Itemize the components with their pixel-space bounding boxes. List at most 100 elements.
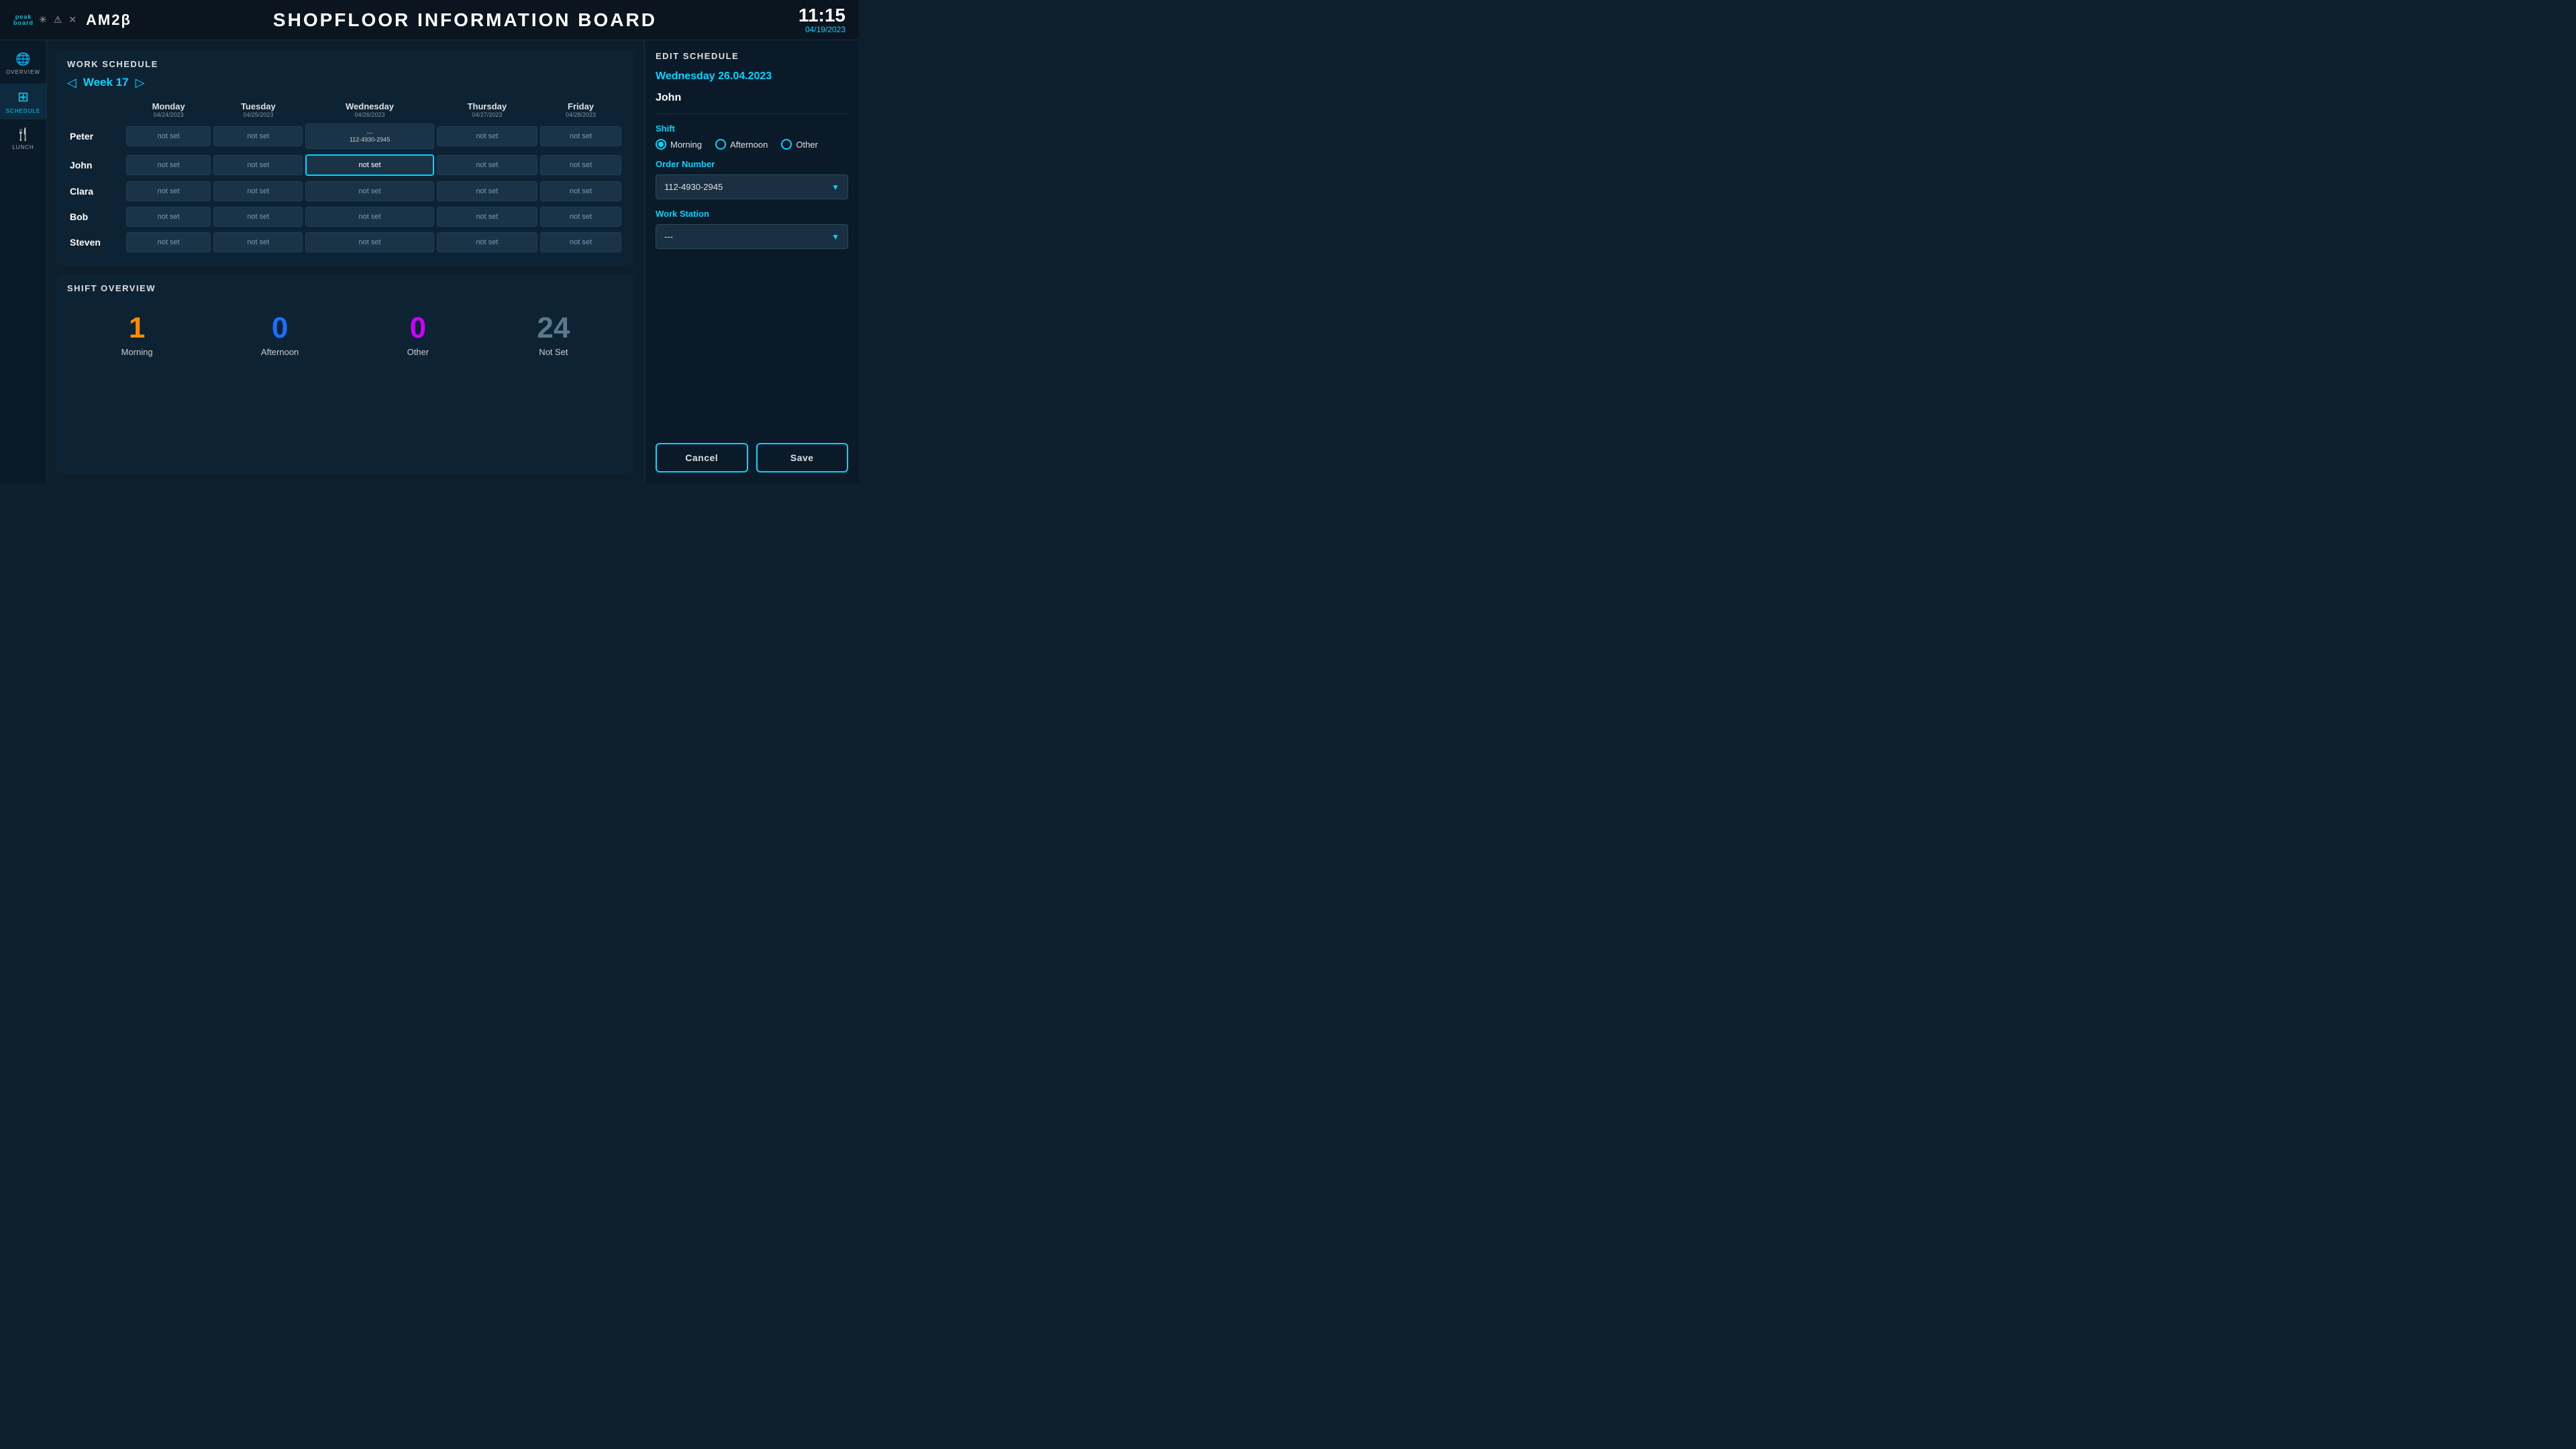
schedule-cell-0-0[interactable]: not set xyxy=(126,126,211,146)
schedule-cell-2-3[interactable]: not set xyxy=(437,181,537,201)
schedule-table: Monday 04/24/2023 Tuesday 04/25/2023 Wed… xyxy=(67,99,624,256)
sidebar: 🌐 OVERVIEW ⊞ SCHEDULE 🍴 LUNCH xyxy=(0,40,47,483)
sidebar-item-schedule[interactable]: ⊞ SCHEDULE xyxy=(0,83,46,119)
shift-overview-title: SHIFT OVERVIEW xyxy=(67,283,624,293)
cancel-button[interactable]: Cancel xyxy=(656,443,748,472)
row-name-peter: Peter xyxy=(70,122,123,150)
asterisk-icon[interactable]: ✳ xyxy=(39,14,47,26)
sidebar-item-overview[interactable]: 🌐 OVERVIEW xyxy=(0,47,46,81)
schedule-cell-0-2[interactable]: --- 112-4930-2945 xyxy=(305,123,433,149)
schedule-cell-1-3[interactable]: not set xyxy=(437,155,537,175)
table-row: not set xyxy=(213,180,303,203)
table-row: --- 112-4930-2945 xyxy=(305,122,433,150)
table-row: not set xyxy=(540,122,621,150)
radio-afternoon[interactable]: Afternoon xyxy=(715,139,768,150)
header-icons: ✳ ⚠ ✕ xyxy=(39,14,76,26)
shift-overview-card: SHIFT OVERVIEW 1Morning 0Afternoon 0Other 2… xyxy=(56,274,635,474)
schedule-cell-1-4[interactable]: not set xyxy=(540,155,621,175)
radio-morning[interactable]: Morning xyxy=(656,139,702,150)
schedule-cell-1-1[interactable]: not set xyxy=(213,155,303,175)
close-icon[interactable]: ✕ xyxy=(68,14,76,26)
shift-stat-morning: 1Morning xyxy=(121,313,153,357)
sidebar-label-schedule: SCHEDULE xyxy=(6,108,41,114)
dropdown-arrow-workstation: ▼ xyxy=(831,232,839,242)
table-row: not set xyxy=(540,205,621,228)
schedule-cell-3-0[interactable]: not set xyxy=(126,207,211,227)
sidebar-label-lunch: LUNCH xyxy=(12,144,34,150)
logo-text2: board xyxy=(13,20,34,26)
schedule-cell-3-2[interactable]: not set xyxy=(305,207,433,227)
shift-radio-group: Morning Afternoon Other xyxy=(656,139,848,150)
order-number-value: 112-4930-2945 xyxy=(664,182,723,192)
col-thursday: Thursday 04/27/2023 xyxy=(437,101,537,119)
row-name-bob: Bob xyxy=(70,205,123,228)
lunch-icon: 🍴 xyxy=(15,128,30,142)
edit-schedule-title: EDIT SCHEDULE xyxy=(656,51,848,61)
table-row: not set xyxy=(540,231,621,254)
workstation-label: Work Station xyxy=(656,209,848,219)
clock-display: 11:15 xyxy=(798,6,845,25)
schedule-cell-3-3[interactable]: not set xyxy=(437,207,537,227)
schedule-cell-4-4[interactable]: not set xyxy=(540,232,621,252)
radio-label-other: Other xyxy=(796,140,818,150)
save-button[interactable]: Save xyxy=(756,443,849,472)
table-row: not set xyxy=(305,153,433,177)
schedule-cell-4-0[interactable]: not set xyxy=(126,232,211,252)
warning-icon[interactable]: ⚠ xyxy=(54,14,62,26)
prev-week-button[interactable]: ◁ xyxy=(67,77,76,89)
table-row: not set xyxy=(126,231,211,254)
radio-other[interactable]: Other xyxy=(781,139,818,150)
table-row: not set xyxy=(213,122,303,150)
edit-schedule-panel: EDIT SCHEDULE Wednesday 26.04.2023 John … xyxy=(644,40,859,483)
shift-stat-afternoon: 0Afternoon xyxy=(261,313,299,357)
schedule-cell-3-4[interactable]: not set xyxy=(540,207,621,227)
sidebar-item-lunch[interactable]: 🍴 LUNCH xyxy=(0,122,46,156)
table-row: not set xyxy=(540,153,621,177)
shift-label-other: Other xyxy=(407,347,429,357)
schedule-cell-4-2[interactable]: not set xyxy=(305,232,433,252)
order-number-section: Order Number 112-4930-2945 ▼ xyxy=(656,159,848,199)
schedule-cell-0-1[interactable]: not set xyxy=(213,126,303,146)
schedule-cell-3-1[interactable]: not set xyxy=(213,207,303,227)
work-schedule-title: WORK SCHEDULE xyxy=(67,59,624,69)
week-nav: ◁ Week 17 ▷ xyxy=(67,76,624,89)
workstation-value: --- xyxy=(664,232,673,242)
schedule-cell-4-1[interactable]: not set xyxy=(213,232,303,252)
table-row: not set xyxy=(437,180,537,203)
order-number-dropdown[interactable]: 112-4930-2945 ▼ xyxy=(656,174,848,199)
schedule-cell-1-0[interactable]: not set xyxy=(126,155,211,175)
shift-stat-notset: 24Not Set xyxy=(537,313,570,357)
order-number-label: Order Number xyxy=(656,159,848,169)
table-row: not set xyxy=(305,231,433,254)
header-time: 11:15 04/19/2023 xyxy=(798,6,845,34)
table-row: not set xyxy=(305,205,433,228)
schedule-cell-4-3[interactable]: not set xyxy=(437,232,537,252)
schedule-cell-2-4[interactable]: not set xyxy=(540,181,621,201)
table-row: not set xyxy=(305,180,433,203)
schedule-cell-1-2[interactable]: not set xyxy=(305,154,433,176)
next-week-button[interactable]: ▷ xyxy=(136,77,145,89)
schedule-cell-0-4[interactable]: not set xyxy=(540,126,621,146)
schedule-cell-2-0[interactable]: not set xyxy=(126,181,211,201)
table-row: not set xyxy=(437,231,537,254)
workstation-section: Work Station --- ▼ xyxy=(656,209,848,249)
shift-label-afternoon: Afternoon xyxy=(261,347,299,357)
work-schedule-card: WORK SCHEDULE ◁ Week 17 ▷ Monday 04/24/2… xyxy=(56,50,635,266)
col-friday: Friday 04/28/2023 xyxy=(540,101,621,119)
globe-icon: 🌐 xyxy=(15,52,30,66)
shift-label-notset: Not Set xyxy=(539,347,568,357)
shift-stat-other: 0Other xyxy=(407,313,429,357)
schedule-cell-0-3[interactable]: not set xyxy=(437,126,537,146)
divider-1 xyxy=(656,113,848,114)
brand-name: AM2β xyxy=(86,11,132,29)
dropdown-arrow-order: ▼ xyxy=(831,183,839,192)
workstation-dropdown[interactable]: --- ▼ xyxy=(656,224,848,249)
table-row: not set xyxy=(437,153,537,177)
table-row: not set xyxy=(213,231,303,254)
page-title: SHOPFLOOR INFORMATION BOARD xyxy=(132,9,798,31)
table-row: not set xyxy=(126,122,211,150)
radio-circle-morning xyxy=(656,139,666,150)
schedule-cell-2-2[interactable]: not set xyxy=(305,181,433,201)
schedule-cell-2-1[interactable]: not set xyxy=(213,181,303,201)
table-row: not set xyxy=(213,153,303,177)
